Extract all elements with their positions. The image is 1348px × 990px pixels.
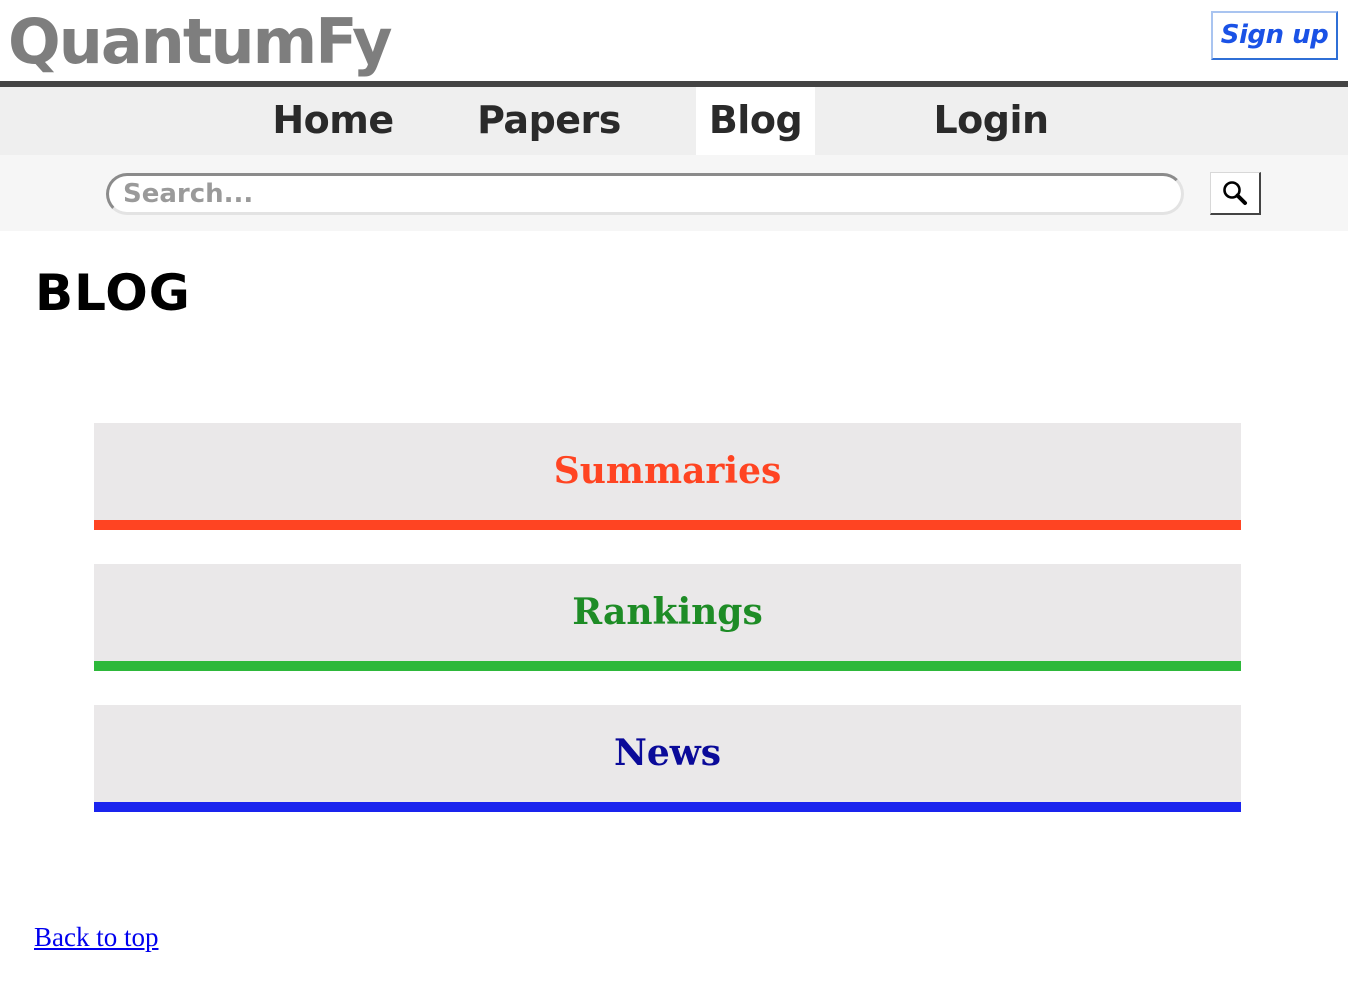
main-nav: Home Papers Blog Login	[0, 87, 1348, 155]
signup-button[interactable]: Sign up	[1211, 11, 1338, 60]
category-rankings[interactable]: Rankings	[94, 564, 1241, 671]
nav-item-login[interactable]: Login	[920, 87, 1062, 155]
nav-item-blog[interactable]: Blog	[696, 87, 815, 155]
category-bar-news	[94, 802, 1241, 812]
search-input[interactable]	[106, 173, 1184, 215]
category-label-news: News	[613, 732, 722, 774]
category-bar-summaries	[94, 520, 1241, 530]
category-label-summaries: Summaries	[553, 450, 782, 492]
category-summaries[interactable]: Summaries	[94, 423, 1241, 530]
search-bar	[0, 155, 1348, 231]
nav-item-papers[interactable]: Papers	[470, 87, 628, 155]
category-bar-rankings	[94, 661, 1241, 671]
nav-item-home[interactable]: Home	[262, 87, 404, 155]
site-header: QuantumFy Sign up	[0, 0, 1348, 87]
magnifier-icon	[1223, 181, 1247, 205]
search-button[interactable]	[1210, 172, 1261, 215]
back-to-top-link[interactable]: Back to top	[34, 922, 158, 953]
category-label-rankings: Rankings	[572, 591, 763, 633]
page-title: BLOG	[35, 264, 191, 322]
category-news[interactable]: News	[94, 705, 1241, 812]
site-logo[interactable]: QuantumFy	[8, 2, 393, 82]
